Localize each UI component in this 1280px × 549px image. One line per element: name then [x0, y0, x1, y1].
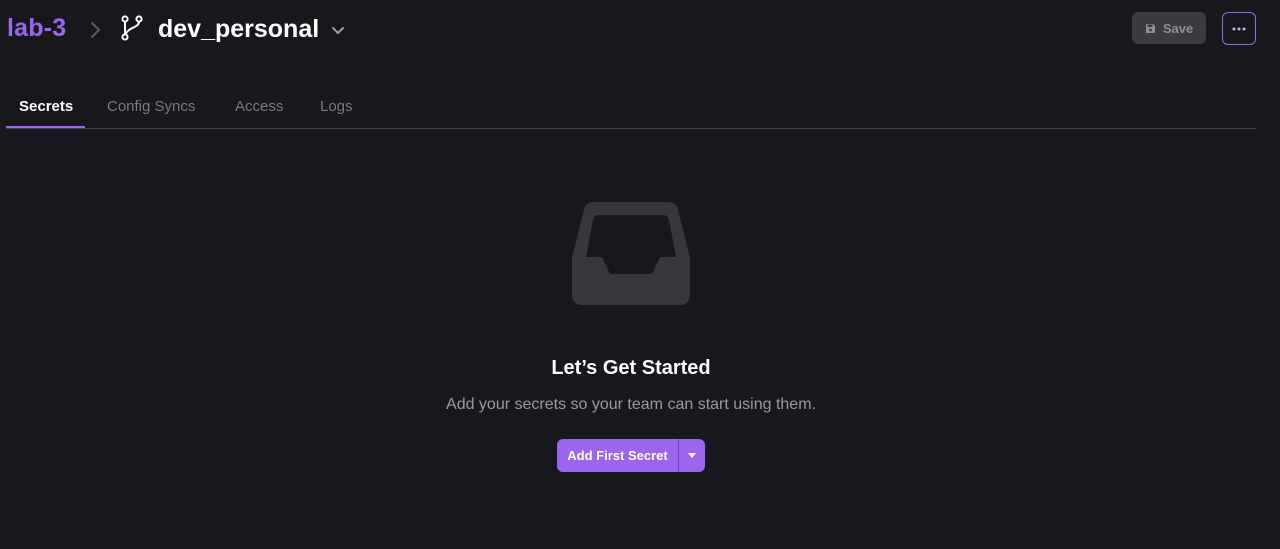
- caret-down-icon: [688, 453, 696, 458]
- add-secret-button-group: Add First Secret: [557, 439, 705, 472]
- empty-state-title: Let’s Get Started: [551, 357, 711, 379]
- active-tab-indicator: [6, 126, 85, 128]
- add-secret-dropdown-button[interactable]: [679, 439, 705, 472]
- git-branch-icon: [121, 15, 143, 41]
- save-button[interactable]: Save: [1132, 12, 1206, 44]
- floppy-disk-icon: [1145, 23, 1155, 33]
- page: lab-3 dev_personal Save Secrets Config S…: [0, 0, 1280, 549]
- add-first-secret-button[interactable]: Add First Secret: [557, 439, 678, 472]
- inbox-icon: [572, 202, 690, 305]
- tab-bar: Secrets Config Syncs Access Logs: [6, 88, 1256, 129]
- ellipsis-icon: [1232, 27, 1246, 30]
- chevron-right-icon: [91, 22, 100, 38]
- tab-secrets[interactable]: Secrets: [19, 98, 73, 115]
- tab-access[interactable]: Access: [235, 98, 283, 115]
- tab-logs[interactable]: Logs: [320, 98, 353, 115]
- project-name-link[interactable]: lab-3: [7, 14, 66, 43]
- tab-config-syncs[interactable]: Config Syncs: [107, 98, 195, 115]
- more-options-button[interactable]: [1222, 12, 1256, 45]
- header: lab-3 dev_personal Save: [0, 0, 1280, 62]
- chevron-down-icon[interactable]: [330, 24, 346, 38]
- empty-state-subtitle: Add your secrets so your team can start …: [446, 396, 816, 413]
- branch-name[interactable]: dev_personal: [158, 15, 319, 44]
- save-button-label: Save: [1162, 20, 1194, 36]
